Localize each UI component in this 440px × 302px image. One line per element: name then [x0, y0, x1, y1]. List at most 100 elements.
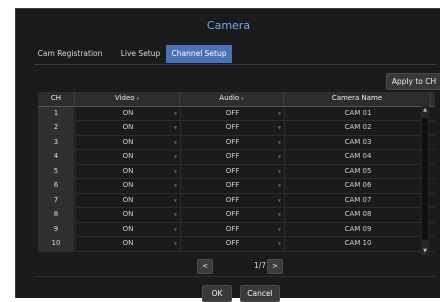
audio-select[interactable]: OFF ▼: [180, 135, 284, 149]
audio-select[interactable]: OFF ▼: [180, 179, 284, 193]
audio-value: OFF: [225, 224, 240, 233]
footer-divider: [34, 276, 437, 277]
dropdown-arrow-icon: ▼: [173, 241, 177, 246]
dropdown-arrow-icon: ▼: [173, 125, 177, 130]
ch-cell: 7: [38, 193, 74, 207]
video-select[interactable]: ON ▼: [75, 222, 180, 236]
tab-live-setup[interactable]: Live Setup: [113, 45, 168, 63]
video-select[interactable]: ON ▼: [75, 135, 180, 149]
audio-value: OFF: [225, 210, 240, 218]
dropdown-arrow-icon: ▼: [173, 212, 177, 217]
video-select[interactable]: ON ▼: [75, 208, 180, 222]
camera-name-field[interactable]: CAM 07: [284, 193, 431, 207]
video-select[interactable]: ON ▼: [75, 179, 180, 193]
camera-name-field[interactable]: CAM 02: [284, 121, 431, 135]
dropdown-arrow-icon: ▼: [173, 226, 177, 232]
camera-name-field[interactable]: CAM 10: [284, 237, 431, 251]
table-row: 4 ON ▼ OFF ▼ CAM 04: [38, 150, 435, 165]
channel-table: CH Video ▾ Audio ▾ Camera Name 1 ON ▼ OFF ▼ CAM…: [38, 92, 435, 252]
ch-cell: 8: [38, 208, 74, 222]
video-select[interactable]: ON ▼: [75, 121, 180, 135]
audio-value: OFF: [225, 166, 240, 175]
camera-name-field[interactable]: CAM 09: [284, 222, 431, 236]
audio-select[interactable]: OFF ▼: [180, 164, 284, 178]
audio-select[interactable]: OFF ▼: [180, 193, 284, 207]
video-select[interactable]: ON ▼: [75, 193, 180, 207]
header-audio[interactable]: Audio ▾: [180, 92, 284, 106]
dropdown-arrow-icon: ▼: [173, 139, 177, 145]
scroll-up-icon[interactable]: ▲: [421, 107, 429, 113]
table-row: 3 ON ▼ OFF ▼ CAM 03: [38, 135, 435, 150]
video-value: ON: [122, 224, 134, 233]
dropdown-arrow-icon: ▼: [277, 241, 281, 246]
video-select[interactable]: ON ▼: [75, 106, 180, 120]
dropdown-arrow-icon: ▼: [173, 110, 177, 116]
dropdown-arrow-icon: ▾: [136, 96, 140, 102]
dropdown-arrow-icon: ▾: [241, 96, 244, 102]
scroll-down-icon[interactable]: ▼: [421, 248, 429, 254]
video-select[interactable]: ON ▼: [75, 237, 180, 251]
ch-cell: 1: [38, 106, 74, 120]
tab-channel-setup[interactable]: Channel Setup: [166, 45, 232, 63]
ch-cell: 10: [38, 237, 74, 251]
audio-select[interactable]: OFF ▼: [180, 106, 284, 120]
apply-to-ch-button[interactable]: Apply to CH: [386, 73, 440, 90]
dropdown-arrow-icon: ▼: [277, 139, 281, 145]
dropdown-arrow-icon: ▼: [277, 183, 281, 188]
prev-page-button[interactable]: <: [197, 259, 213, 274]
cancel-button[interactable]: Cancel: [240, 285, 280, 302]
ch-cell: 2: [38, 121, 74, 135]
dropdown-arrow-icon: ▼: [173, 197, 177, 203]
video-value: ON: [122, 239, 134, 247]
video-value: ON: [122, 166, 134, 175]
dropdown-arrow-icon: ▼: [173, 168, 177, 174]
ch-cell: 6: [38, 179, 74, 193]
audio-select[interactable]: OFF ▼: [180, 222, 284, 236]
table-row: 2 ON ▼ OFF ▼ CAM 02: [38, 121, 435, 136]
ch-cell: 3: [38, 135, 74, 149]
table-row: 1 ON ▼ OFF ▼ CAM 01: [38, 106, 435, 121]
camera-name-field[interactable]: CAM 08: [284, 208, 431, 222]
audio-select[interactable]: OFF ▼: [180, 208, 284, 222]
dropdown-arrow-icon: ▼: [277, 125, 281, 130]
ch-cell: 9: [38, 222, 74, 236]
audio-select[interactable]: OFF ▼: [180, 150, 284, 164]
audio-select[interactable]: OFF ▼: [180, 237, 284, 251]
audio-value: OFF: [225, 123, 240, 131]
camera-name-field[interactable]: CAM 05: [284, 164, 431, 178]
camera-name-field[interactable]: CAM 06: [284, 179, 431, 193]
audio-value: OFF: [225, 137, 240, 146]
dropdown-arrow-icon: ▼: [277, 212, 281, 217]
table-scrollbar[interactable]: ▲ ▼: [421, 106, 429, 255]
table-row: 10 ON ▼ OFF ▼ CAM 10: [38, 237, 435, 252]
dropdown-arrow-icon: ▼: [277, 197, 281, 203]
tab-divider: [34, 64, 437, 65]
audio-value: OFF: [225, 239, 240, 247]
audio-value: OFF: [225, 195, 240, 204]
dropdown-arrow-icon: ▼: [277, 154, 281, 159]
video-value: ON: [122, 152, 134, 160]
ch-cell: 5: [38, 164, 74, 178]
table-row: 6 ON ▼ OFF ▼ CAM 06: [38, 179, 435, 194]
dropdown-arrow-icon: ▼: [173, 183, 177, 188]
ok-button[interactable]: OK: [202, 285, 232, 302]
header-ch: CH: [38, 92, 75, 106]
dialog-title: Camera: [206, 19, 251, 32]
dropdown-arrow-icon: ▼: [277, 226, 281, 232]
tab-cam-registration[interactable]: Cam Registration: [34, 45, 106, 63]
camera-name-field[interactable]: CAM 04: [284, 150, 431, 164]
header-video[interactable]: Video ▾: [75, 92, 180, 106]
table-header: CH Video ▾ Audio ▾ Camera Name: [38, 92, 435, 107]
video-select[interactable]: ON ▼: [75, 150, 180, 164]
camera-name-field[interactable]: CAM 01: [284, 106, 431, 120]
audio-value: OFF: [225, 108, 240, 117]
scroll-thumb[interactable]: [422, 118, 428, 240]
camera-name-field[interactable]: CAM 03: [284, 135, 431, 149]
ch-cell: 4: [38, 150, 74, 164]
next-page-button[interactable]: >: [267, 259, 283, 274]
table-row: 5 ON ▼ OFF ▼ CAM 05: [38, 164, 435, 179]
table-row: 9 ON ▼ OFF ▼ CAM 09: [38, 222, 435, 237]
video-select[interactable]: ON ▼: [75, 164, 180, 178]
audio-select[interactable]: OFF ▼: [180, 121, 284, 135]
dropdown-arrow-icon: ▼: [277, 110, 281, 116]
